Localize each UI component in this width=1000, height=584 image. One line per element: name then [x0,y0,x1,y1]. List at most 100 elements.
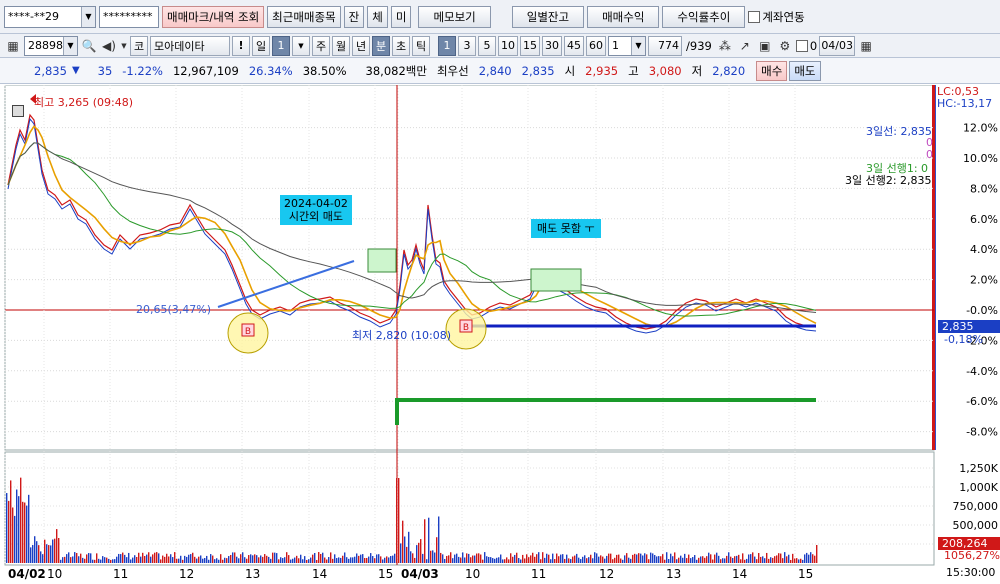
volume-bar [236,556,238,563]
stock-name[interactable]: 모아데이타 [150,35,230,56]
price-change: 35 [97,63,113,78]
volume-bar [76,553,78,563]
volume-bar [330,552,332,563]
period-num[interactable]: 1 [272,35,290,56]
minute-10[interactable]: 10 [498,35,518,56]
minute-60[interactable]: 60 [586,35,606,56]
save-icon[interactable]: ▣ [756,36,774,56]
calendar-icon[interactable]: ▦ [857,36,875,56]
chevron-down-icon[interactable]: ▼ [81,6,95,27]
chevron-down-icon[interactable]: ▼ [63,36,77,55]
tab-week[interactable]: 주 [312,35,330,56]
recent-items-button[interactable]: 최근매매종목 [267,5,341,28]
alert-icon[interactable]: ! [232,35,250,56]
period-unit[interactable]: 일 [252,35,270,56]
memo-button[interactable]: 메모보기 [418,5,491,28]
x-tick-label: 11 [531,567,546,581]
volume-bar [484,552,486,563]
volume-bar [726,555,728,563]
volume-bar [290,559,292,563]
volume-bar [594,552,596,563]
best-bid: 2,835 [521,63,555,78]
unfilled-button[interactable]: 미 [390,5,412,28]
minute-15[interactable]: 15 [520,35,540,56]
password-field[interactable]: ********* [99,5,159,28]
gear-icon[interactable]: ⚙ [776,36,794,56]
minute-30[interactable]: 30 [542,35,562,56]
volume-bar [398,478,400,563]
volume-bar [390,556,392,563]
volume-bar [266,555,268,563]
zero-checkbox[interactable]: 0 [795,39,817,53]
volume-bar [462,552,464,563]
tab-second[interactable]: 초 [392,35,410,56]
interval-select[interactable]: 1 ▼ [608,35,646,56]
account-select[interactable]: ****-**29 ▼ [4,5,96,28]
draw-line-icon[interactable]: ↗ [736,36,754,56]
volume-bar [96,553,98,563]
volume-bar [576,553,578,563]
balance-button[interactable]: 잔 [343,5,365,28]
trade-profit-button[interactable]: 매매수익 [587,5,660,28]
minute-5[interactable]: 5 [478,35,496,56]
calculator-icon[interactable] [12,105,24,117]
account-link-checkbox[interactable]: 계좌연동 [748,9,805,25]
search-icon[interactable]: 🔍 [80,36,98,56]
tab-year[interactable]: 년 [352,35,370,56]
tab-tick[interactable]: 틱 [412,35,430,56]
checkbox-box[interactable] [748,10,761,23]
period-num-dropdown[interactable]: ▼ [292,35,310,56]
chart-tools-icon[interactable]: ⁂ [716,36,734,56]
minute-3[interactable]: 3 [458,35,476,56]
volume-bar [656,556,658,563]
volume-bar [518,558,520,563]
minute-1[interactable]: 1 [438,35,456,56]
dropdown-small-icon[interactable]: ▼ [120,36,128,56]
volume-bar [580,559,582,563]
tab-minute[interactable]: 분 [372,35,390,56]
volume-bar [652,553,654,563]
checkbox-box[interactable] [795,39,808,52]
trade-mark-button[interactable]: 매매마크/내역 조회 [162,5,265,28]
volume-bar [654,555,656,563]
volume-bar [738,554,740,563]
volume-bar [150,556,152,563]
stock-code-select[interactable]: 288980 ▼ [24,35,78,56]
volume-bar [308,559,310,563]
chevron-down-icon[interactable]: ▼ [631,36,645,55]
volume-bar [784,552,786,563]
return-trend-button[interactable]: 수익률추이 [662,5,746,28]
volume-bar [134,555,136,563]
volume-bar [356,553,358,563]
volume-bar [26,505,28,563]
volume-bar [234,552,236,563]
buy-button[interactable]: 매수 [756,60,788,81]
volume-bar [814,555,816,563]
daily-balance-button[interactable]: 일별잔고 [511,5,585,28]
price-chart[interactable]: 12.0% 10.0% 8.0% 6.0% 4.0% 2.0% -0.0% -2.0% -4.0… [0,84,1000,581]
fill-button[interactable]: 체 [367,5,388,28]
volume-bar [184,555,186,563]
volume-bar [176,558,178,563]
volume-bar [744,559,746,563]
tab-month[interactable]: 월 [332,35,350,56]
volume-bar [616,554,618,563]
count-display[interactable]: 774 [648,35,682,56]
chart-canvas[interactable]: 12.0%10.0%8.0%6.0%4.0%2.0%-0.0%-2.0%-4.0… [0,84,1000,581]
date-field[interactable]: 04/03 [819,35,856,56]
volume-bar [432,550,434,563]
volume-bar [734,556,736,563]
volume-bar [68,552,70,563]
volume-bar [106,557,108,563]
volume-bar [392,555,394,563]
sell-button[interactable]: 매도 [789,60,821,81]
volume-bar [816,545,818,563]
volume-bar [194,556,196,563]
volume-bar [306,559,308,563]
grid-icon[interactable]: ▦ [4,36,22,56]
speaker-icon[interactable]: ◀) [100,36,118,56]
y-tick-label: -0.0% [966,304,998,317]
volume-bar [448,555,450,563]
minute-45[interactable]: 45 [564,35,584,56]
volume-bar [782,558,784,563]
